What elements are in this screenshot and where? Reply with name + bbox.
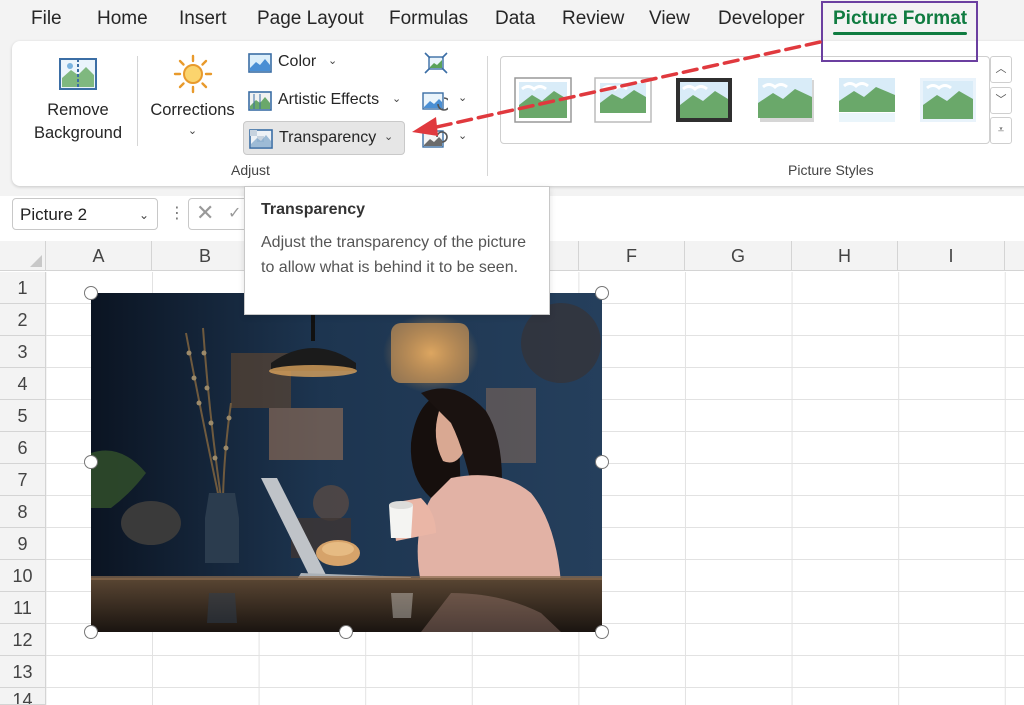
row-header[interactable]: 9 bbox=[0, 528, 46, 560]
row-header[interactable]: 2 bbox=[0, 304, 46, 336]
remove-background-label-line1: Remove bbox=[47, 101, 109, 119]
tooltip-title: Transparency bbox=[261, 201, 366, 218]
reset-picture-icon bbox=[422, 130, 448, 148]
corrections-label: Corrections bbox=[150, 101, 235, 119]
ribbon-separator bbox=[487, 56, 488, 176]
column-header[interactable]: A bbox=[46, 241, 152, 271]
chevron-down-icon: ⌄ bbox=[392, 93, 402, 105]
row-header[interactable]: 3 bbox=[0, 336, 46, 368]
row-header[interactable]: 5 bbox=[0, 400, 46, 432]
row-header[interactable]: 6 bbox=[0, 432, 46, 464]
name-box-value: Picture 2 bbox=[20, 205, 88, 224]
gallery-more-button[interactable]: ⩡ bbox=[990, 117, 1012, 144]
row-header[interactable]: 13 bbox=[0, 656, 46, 688]
chevron-down-icon: ⌄ bbox=[187, 125, 198, 137]
picture-style-thumbnail[interactable] bbox=[757, 77, 815, 123]
cancel-icon[interactable]: ✕ bbox=[196, 200, 214, 226]
color-icon bbox=[248, 53, 272, 73]
sun-icon bbox=[173, 54, 213, 94]
gallery-scroll-down-button[interactable]: ﹀ bbox=[990, 87, 1012, 114]
row-header[interactable]: 12 bbox=[0, 624, 46, 656]
row-header[interactable]: 10 bbox=[0, 560, 46, 592]
picture-style-thumbnail[interactable] bbox=[838, 77, 896, 123]
chevron-down-icon: ⌄ bbox=[328, 55, 338, 67]
enter-icon[interactable]: ✓ bbox=[228, 203, 241, 223]
row-header[interactable]: 1 bbox=[0, 272, 46, 304]
tab-developer[interactable]: Developer bbox=[718, 8, 805, 30]
picture-styles-gallery bbox=[500, 56, 990, 144]
tab-highlight-box bbox=[821, 1, 978, 62]
resize-handle-bottom-right[interactable] bbox=[595, 625, 609, 639]
chevron-down-icon: ⌄ bbox=[458, 130, 468, 142]
compress-pictures-button[interactable] bbox=[424, 52, 448, 76]
row-header[interactable]: 4 bbox=[0, 368, 46, 400]
cafe-photo bbox=[91, 293, 602, 632]
picture-styles-group-label: Picture Styles bbox=[788, 162, 874, 178]
ribbon-separator bbox=[137, 56, 138, 146]
tab-insert[interactable]: Insert bbox=[179, 8, 227, 30]
picture-style-thumbnail[interactable] bbox=[919, 77, 977, 123]
change-picture-icon bbox=[422, 92, 451, 111]
tab-page-layout[interactable]: Page Layout bbox=[257, 8, 364, 30]
picture-style-thumbnail[interactable] bbox=[514, 77, 572, 123]
column-header[interactable]: F bbox=[579, 241, 685, 271]
transparency-icon bbox=[249, 129, 273, 149]
tab-data[interactable]: Data bbox=[495, 8, 535, 30]
column-header[interactable] bbox=[1005, 241, 1024, 271]
color-label: Color bbox=[278, 53, 317, 70]
column-header[interactable]: G bbox=[685, 241, 792, 271]
resize-handle-top-left[interactable] bbox=[84, 286, 98, 300]
row-header[interactable]: 8 bbox=[0, 496, 46, 528]
resize-handle-middle-left[interactable] bbox=[84, 455, 98, 469]
transparency-label: Transparency bbox=[279, 129, 377, 146]
column-header[interactable]: H bbox=[792, 241, 898, 271]
corrections-button[interactable]: Corrections ⌄ bbox=[145, 52, 240, 148]
tab-view[interactable]: View bbox=[649, 8, 690, 30]
chevron-down-icon[interactable]: ⌄ bbox=[139, 208, 149, 222]
remove-background-label-line2: Background bbox=[33, 124, 123, 142]
chevron-down-icon: ⌄ bbox=[384, 131, 394, 143]
tooltip-body: Adjust the transparency of the picture t… bbox=[261, 234, 527, 276]
tab-file[interactable]: File bbox=[31, 8, 62, 30]
row-header[interactable]: 11 bbox=[0, 592, 46, 624]
more-options-icon[interactable]: ⋮ bbox=[169, 203, 185, 223]
gallery-scroll: ︿ ﹀ ⩡ bbox=[990, 56, 1014, 144]
reset-picture-button[interactable]: ⌄ bbox=[422, 128, 468, 152]
resize-handle-bottom-left[interactable] bbox=[84, 625, 98, 639]
transparency-tooltip: Transparency Adjust the transparency of … bbox=[244, 186, 550, 315]
artistic-effects-icon bbox=[248, 91, 272, 111]
select-all-button[interactable] bbox=[0, 241, 46, 271]
tab-review[interactable]: Review bbox=[562, 8, 624, 30]
resize-handle-middle-right[interactable] bbox=[595, 455, 609, 469]
resize-handle-top-right[interactable] bbox=[595, 286, 609, 300]
picture-style-thumbnail[interactable] bbox=[594, 77, 652, 123]
picture-style-thumbnail[interactable] bbox=[675, 77, 733, 123]
selected-picture[interactable] bbox=[91, 293, 602, 632]
row-header[interactable]: 7 bbox=[0, 464, 46, 496]
change-picture-button[interactable]: ⌄ bbox=[422, 90, 468, 114]
name-box[interactable]: Picture 2 ⌄ bbox=[12, 198, 158, 230]
compress-pictures-icon bbox=[424, 52, 448, 74]
column-header[interactable]: I bbox=[898, 241, 1005, 271]
tab-formulas[interactable]: Formulas bbox=[389, 8, 468, 30]
row-header[interactable]: 14 bbox=[0, 688, 46, 705]
gallery-scroll-up-button[interactable]: ︿ bbox=[990, 56, 1012, 83]
tab-home[interactable]: Home bbox=[97, 8, 148, 30]
remove-background-button[interactable]: Remove Background bbox=[26, 52, 130, 148]
remove-background-icon bbox=[59, 58, 97, 90]
chevron-down-icon: ⌄ bbox=[458, 92, 468, 104]
resize-handle-bottom-middle[interactable] bbox=[339, 625, 353, 639]
adjust-group-label: Adjust bbox=[231, 162, 270, 178]
transparency-button[interactable]: Transparency ⌄ bbox=[243, 121, 405, 155]
column-header[interactable]: B bbox=[152, 241, 259, 271]
artistic-effects-label: Artistic Effects bbox=[278, 91, 380, 108]
